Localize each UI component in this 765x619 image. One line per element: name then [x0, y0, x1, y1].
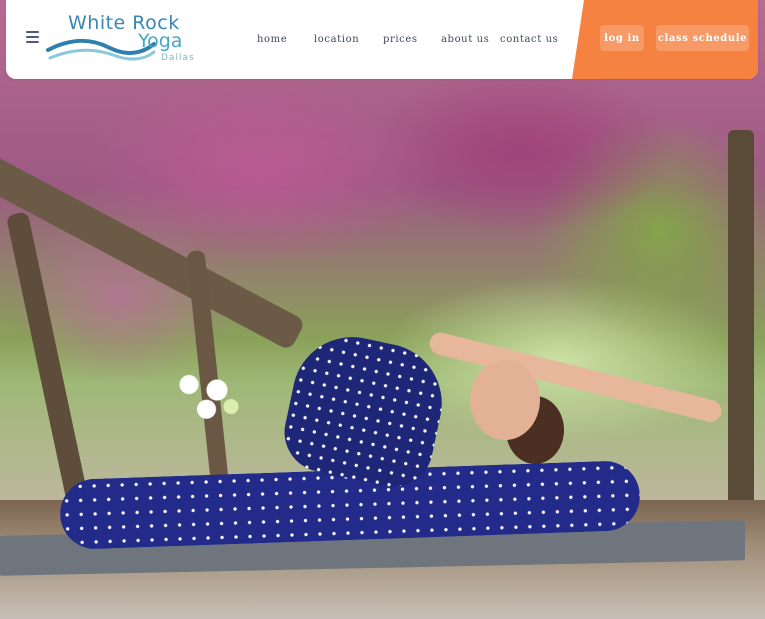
hero-yoga-photo: [0, 0, 765, 619]
nav-contact-us[interactable]: contact us: [500, 34, 558, 45]
logo-text-yoga: Yoga: [138, 30, 183, 52]
nav-location[interactable]: location: [314, 34, 359, 45]
flowers: [175, 368, 245, 423]
yoga-figure-head: [470, 360, 540, 440]
nav-home[interactable]: home: [257, 34, 287, 45]
site-header: White Rock Yoga Dallas home location pri…: [6, 0, 758, 79]
login-button[interactable]: log in: [600, 25, 644, 51]
nav-about-us[interactable]: about us: [441, 34, 489, 45]
logo[interactable]: White Rock Yoga Dallas: [46, 10, 196, 68]
logo-text-dallas: Dallas: [161, 53, 195, 63]
hamburger-menu-icon[interactable]: [26, 31, 39, 44]
class-schedule-button[interactable]: class schedule: [656, 25, 749, 51]
nav-prices[interactable]: prices: [383, 34, 418, 45]
